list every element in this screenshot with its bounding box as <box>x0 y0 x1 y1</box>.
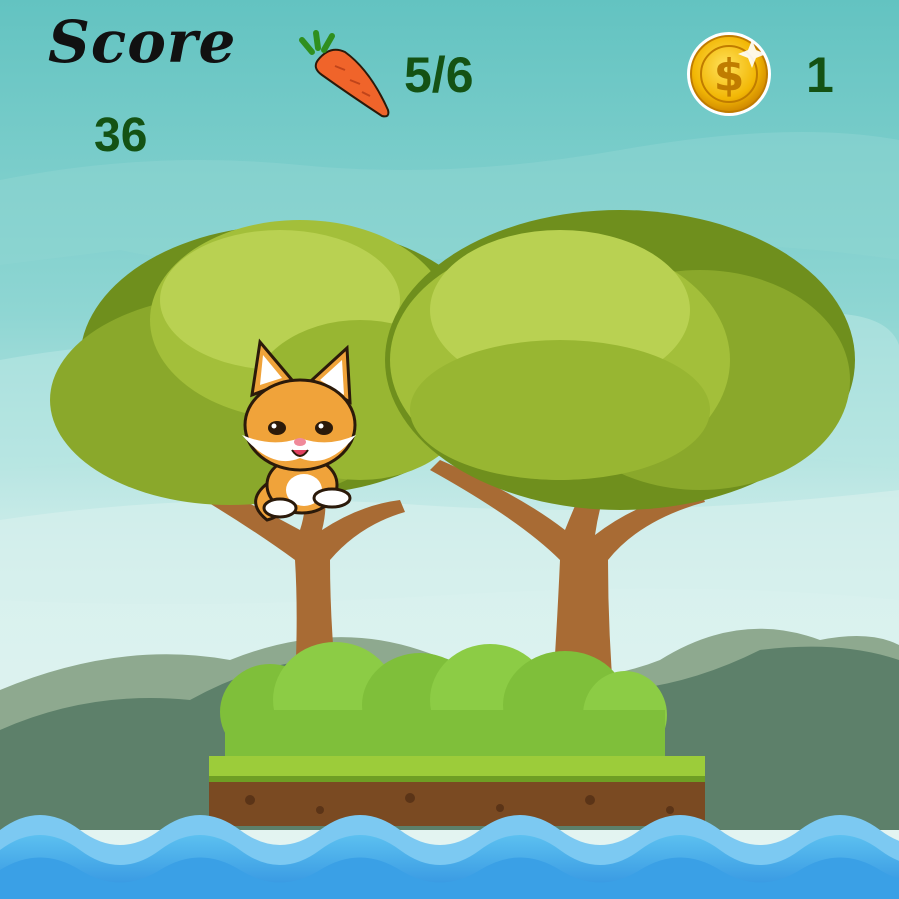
score-label: Score <box>48 8 237 76</box>
tree-canopy <box>385 210 855 510</box>
ground-platform <box>209 756 705 826</box>
cloud-band <box>0 490 899 604</box>
game-stage[interactable]: $ Score 36 5/6 1 <box>0 0 899 899</box>
coin-icon: $ <box>687 32 771 116</box>
carrot-counter: 5/6 <box>404 47 474 103</box>
coin-counter: 1 <box>806 47 834 103</box>
coin-symbol: $ <box>714 50 745 101</box>
score-value: 36 <box>94 109 148 162</box>
